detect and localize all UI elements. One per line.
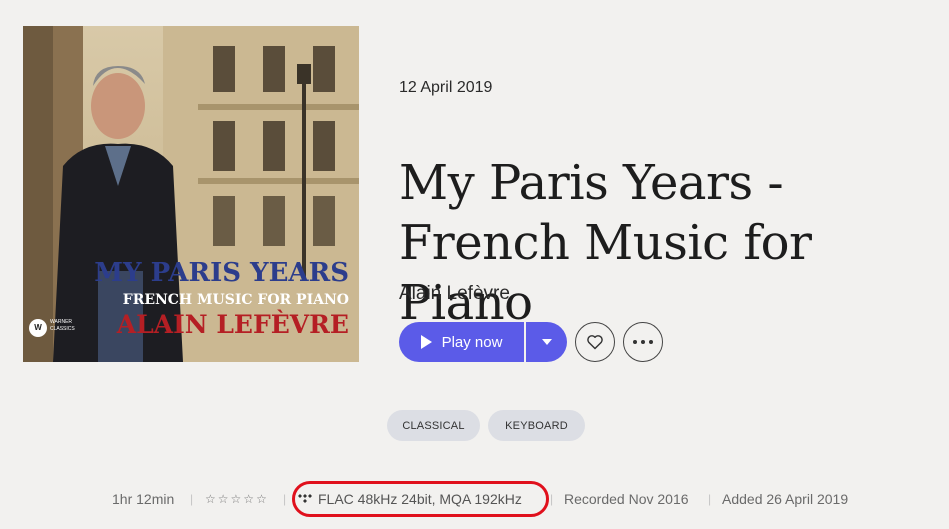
- album-cover[interactable]: My Paris Years French Music for Piano Al…: [23, 26, 359, 362]
- star-icon[interactable]: ☆: [243, 491, 254, 507]
- chevron-down-icon: [541, 339, 552, 345]
- duration: 1hr 12min: [112, 491, 175, 507]
- rating-stars[interactable]: ☆ ☆ ☆ ☆ ☆: [205, 491, 267, 507]
- more-icon: [633, 340, 653, 344]
- artist-name[interactable]: Alain Lefèvre: [399, 283, 510, 305]
- label-logo: W: [29, 319, 47, 337]
- release-date: 12 April 2019: [399, 79, 493, 96]
- label-text: WARNER CLASSICS: [50, 319, 75, 332]
- tag-classical[interactable]: CLASSICAL: [387, 410, 480, 441]
- favorite-button[interactable]: [575, 322, 615, 362]
- star-icon[interactable]: ☆: [218, 491, 229, 507]
- star-icon[interactable]: ☆: [231, 491, 242, 507]
- play-options-dropdown[interactable]: [526, 322, 567, 362]
- cover-subtitle-line: French Music for Piano: [122, 292, 349, 308]
- star-icon[interactable]: ☆: [256, 491, 267, 507]
- tag-keyboard[interactable]: KEYBOARD: [488, 410, 585, 441]
- divider: |: [190, 492, 194, 506]
- audio-format: FLAC 48kHz 24bit, MQA 192kHz: [318, 491, 522, 507]
- play-now-label: Play now: [441, 333, 503, 351]
- recorded-date: Recorded Nov 2016: [564, 491, 689, 507]
- cover-title-line: My Paris Years: [94, 258, 349, 288]
- tidal-icon: [298, 494, 312, 503]
- divider: |: [708, 492, 712, 506]
- divider: |: [283, 492, 287, 506]
- album-title: My Paris Years - French Music for Piano: [399, 155, 812, 331]
- star-icon[interactable]: ☆: [205, 491, 216, 507]
- more-options-button[interactable]: [623, 322, 663, 362]
- cover-artist-line: Alain Lefèvre: [116, 310, 349, 339]
- heart-icon: [587, 335, 603, 350]
- added-date: Added 26 April 2019: [722, 491, 849, 507]
- play-now-button[interactable]: Play now: [399, 322, 524, 362]
- divider: |: [550, 492, 554, 506]
- play-icon: [420, 335, 432, 349]
